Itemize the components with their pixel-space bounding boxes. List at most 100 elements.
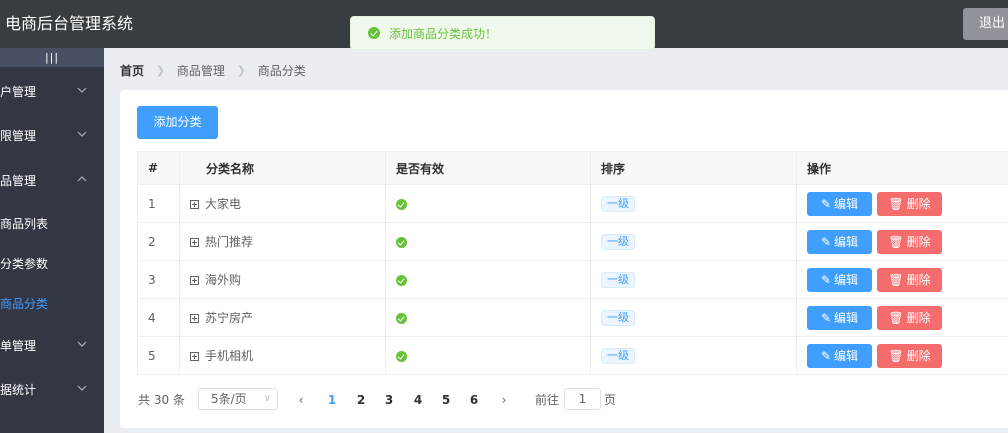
category-table: # 分类名称 是否有效 排序 操作 1 大家电 一级 ✎ 编辑 🗑 删除 2 热… (137, 151, 1008, 375)
chevron-down-icon (77, 385, 87, 391)
edit-label: 编辑 (834, 272, 859, 287)
sidebar-item-label: 单管理 (0, 339, 37, 353)
column-header: # (137, 151, 180, 185)
sidebar-subitem-goods-list[interactable]: 商品列表 (0, 204, 104, 244)
pagination-total: 共 30 条 (138, 393, 185, 407)
edit-button[interactable]: ✎ 编辑 (807, 267, 872, 292)
trash-icon: 🗑 (888, 234, 904, 249)
delete-button[interactable]: 🗑 删除 (877, 229, 942, 254)
edit-icon: ✎ (820, 272, 832, 287)
page-size-select[interactable]: 5条/页 ∨ (198, 388, 278, 410)
check-circle-icon (368, 27, 380, 39)
page-number[interactable]: 2 (351, 388, 371, 412)
app-title: 电商后台管理系统 (5, 14, 134, 33)
page-number[interactable]: 3 (379, 388, 399, 412)
category-name: 大家电 (205, 197, 242, 211)
breadcrumb-home[interactable]: 首页 (120, 63, 144, 79)
expand-icon[interactable] (190, 200, 199, 209)
valid-cell (385, 336, 591, 375)
breadcrumb: 首页 ❯ 商品管理 ❯ 商品分类 (120, 62, 306, 79)
page-number[interactable]: 1 (322, 388, 342, 412)
edit-button[interactable]: ✎ 编辑 (807, 191, 872, 216)
table-row: 4 苏宁房产 一级 ✎ 编辑 🗑 删除 (137, 298, 1008, 337)
row-index: 1 (137, 184, 180, 223)
actions-cell: ✎ 编辑 🗑 删除 (796, 336, 1008, 375)
prev-page-button[interactable]: ‹ (293, 388, 309, 412)
chevron-right-icon: ❯ (236, 63, 246, 77)
expand-icon[interactable] (190, 276, 199, 285)
page-number[interactable]: 5 (436, 388, 456, 412)
goto-page-input[interactable]: 1 (564, 388, 601, 410)
valid-cell (385, 298, 591, 337)
page-number[interactable]: 6 (464, 388, 484, 412)
check-circle-icon (396, 236, 407, 248)
edit-label: 编辑 (834, 310, 859, 325)
sidebar-item-orders[interactable]: 单管理 (0, 326, 104, 366)
edit-label: 编辑 (834, 234, 859, 249)
category-name-cell: 手机相机 (179, 336, 386, 375)
page-number[interactable]: 4 (408, 388, 428, 412)
row-index: 3 (137, 260, 180, 299)
check-circle-icon (396, 312, 407, 324)
edit-label: 编辑 (834, 196, 859, 211)
edit-icon: ✎ (820, 348, 832, 363)
goto-label: 前往 (535, 393, 560, 407)
row-index: 2 (137, 222, 180, 261)
main-content: 首页 ❯ 商品管理 ❯ 商品分类 添加分类 # 分类名称 是否有效 排序 操作 (104, 48, 1008, 433)
actions-cell: ✎ 编辑 🗑 删除 (796, 260, 1008, 299)
delete-label: 删除 (906, 272, 931, 287)
sidebar-item-permissions[interactable]: 限管理 (0, 116, 104, 156)
logout-button[interactable]: 退出 (963, 8, 1008, 40)
sidebar-item-users[interactable]: 户管理 (0, 72, 104, 112)
category-name-cell: 海外购 (179, 260, 386, 299)
edit-button[interactable]: ✎ 编辑 (807, 343, 872, 368)
edit-button[interactable]: ✎ 编辑 (807, 229, 872, 254)
edit-icon: ✎ (820, 196, 832, 211)
expand-icon[interactable] (190, 238, 199, 247)
delete-label: 删除 (906, 310, 931, 325)
table-row: 2 热门推荐 一级 ✎ 编辑 🗑 删除 (137, 222, 1008, 261)
sidebar-item-label: 据统计 (0, 383, 37, 397)
category-name: 手机相机 (205, 349, 254, 363)
delete-button[interactable]: 🗑 删除 (877, 267, 942, 292)
delete-label: 删除 (906, 234, 931, 249)
category-name: 热门推荐 (205, 235, 254, 249)
sidebar-item-label: 户管理 (0, 85, 37, 99)
page-size-value: 5条/页 (211, 392, 247, 406)
category-name-cell: 大家电 (179, 184, 386, 223)
expand-icon[interactable] (190, 314, 199, 323)
check-circle-icon (396, 350, 407, 362)
level-tag: 一级 (601, 271, 635, 288)
delete-button[interactable]: 🗑 删除 (877, 191, 942, 216)
delete-button[interactable]: 🗑 删除 (877, 305, 942, 330)
trash-icon: 🗑 (888, 196, 904, 211)
column-header: 排序 (590, 151, 797, 185)
level-cell: 一级 (590, 184, 797, 223)
sidebar-item-statistics[interactable]: 据统计 (0, 370, 104, 410)
sidebar-collapse-toggle[interactable]: ||| (0, 48, 104, 67)
expand-icon[interactable] (190, 352, 199, 361)
sidebar-subitem-goods-category[interactable]: 商品分类 (0, 284, 104, 324)
delete-button[interactable]: 🗑 删除 (877, 343, 942, 368)
level-cell: 一级 (590, 222, 797, 261)
sidebar-item-goods[interactable]: 品管理 (0, 161, 104, 201)
trash-icon: 🗑 (888, 310, 904, 325)
category-name-cell: 苏宁房产 (179, 298, 386, 337)
level-cell: 一级 (590, 260, 797, 299)
chevron-down-icon (77, 87, 87, 93)
trash-icon: 🗑 (888, 348, 904, 363)
chevron-down-icon (77, 341, 87, 347)
page-suffix: 页 (604, 393, 617, 407)
next-page-button[interactable]: › (496, 388, 512, 412)
sidebar-subitem-category-params[interactable]: 分类参数 (0, 244, 104, 284)
add-category-button[interactable]: 添加分类 (137, 106, 218, 139)
edit-icon: ✎ (820, 310, 832, 325)
level-cell: 一级 (590, 298, 797, 337)
edit-button[interactable]: ✎ 编辑 (807, 305, 872, 330)
level-tag: 一级 (601, 347, 635, 364)
sidebar: ||| 户管理 限管理 品管理 商品列表 分类参数 商品分类 单管理 据统计 (0, 48, 104, 433)
chevron-down-icon (77, 131, 87, 137)
level-tag: 一级 (601, 309, 635, 326)
sidebar-item-label: 限管理 (0, 129, 37, 143)
category-name-cell: 热门推荐 (179, 222, 386, 261)
